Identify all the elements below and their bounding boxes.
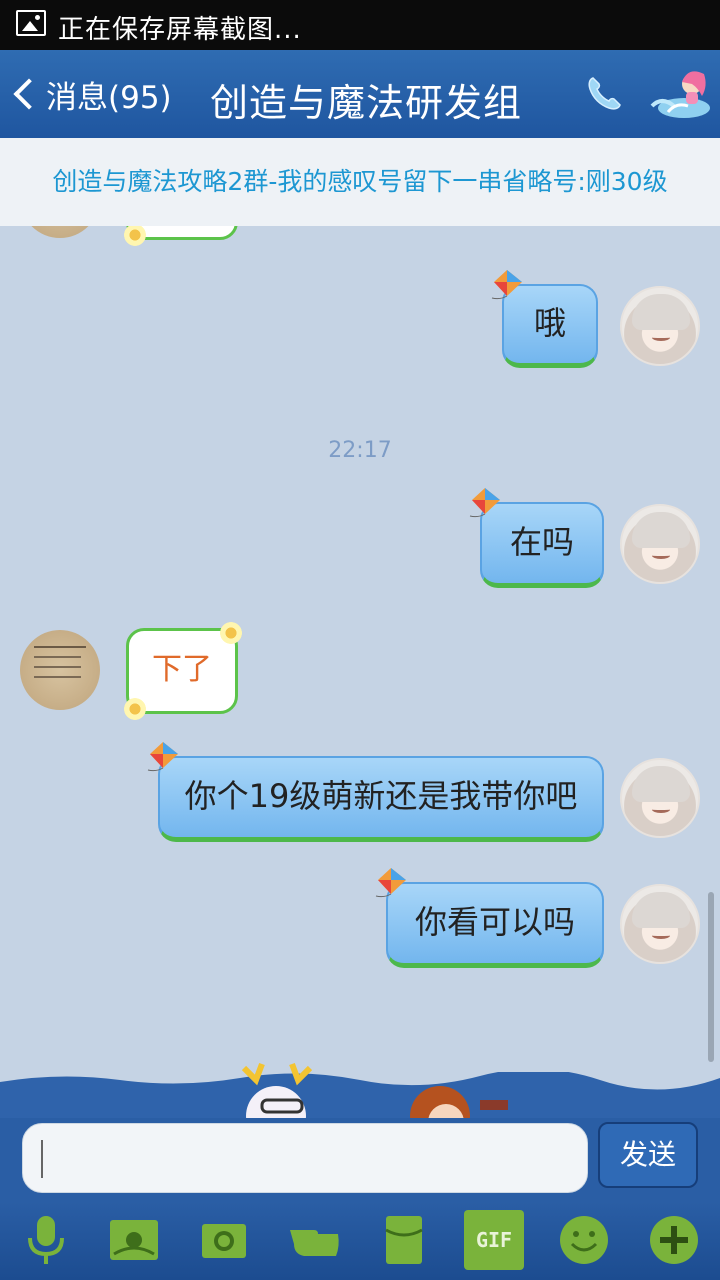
- camera-icon[interactable]: [194, 1210, 254, 1270]
- back-label: 消息(95): [46, 79, 172, 116]
- flower-decoration: [124, 698, 146, 720]
- chat-area[interactable]: 哦 22:17 在吗 下了 你个19级萌新还是我带你吧 你看可以吗: [0, 138, 720, 1078]
- status-text: 正在保存屏幕截图...: [58, 15, 302, 45]
- image-gallery-icon[interactable]: [104, 1210, 164, 1270]
- outgoing-bubble[interactable]: 你个19级萌新还是我带你吧: [147, 742, 604, 842]
- self-avatar[interactable]: [620, 758, 700, 838]
- mermaid-mascot-icon: [650, 71, 710, 118]
- input-bar: 发送: [0, 1118, 720, 1202]
- message-text: 你个19级萌新还是我带你吧: [184, 777, 578, 815]
- message-text: 哦: [533, 304, 566, 342]
- text-caret: [41, 1140, 43, 1178]
- back-button[interactable]: 消息(95): [10, 68, 172, 120]
- kite-icon: [147, 742, 178, 772]
- message-timestamp: 22:17: [328, 438, 392, 463]
- emoji-icon[interactable]: [554, 1210, 614, 1270]
- flower-decoration: [124, 224, 146, 246]
- self-avatar[interactable]: [620, 884, 700, 964]
- title-bar: 消息(95) 创造与魔法研发组: [0, 50, 720, 138]
- plus-icon[interactable]: [644, 1210, 704, 1270]
- message-text: 你看可以吗: [414, 903, 575, 941]
- kite-icon: [469, 488, 500, 518]
- poke-icon[interactable]: [284, 1210, 344, 1270]
- message-text: 下了: [152, 652, 212, 687]
- sender-avatar[interactable]: [20, 630, 100, 710]
- page-title: 创造与魔法研发组: [210, 81, 523, 125]
- outgoing-bubble[interactable]: 你看可以吗: [375, 868, 604, 968]
- image-icon: [16, 10, 46, 36]
- kite-icon: [491, 270, 522, 300]
- outgoing-bubble[interactable]: 哦: [491, 270, 598, 368]
- gif-icon[interactable]: GIF: [464, 1210, 524, 1270]
- phone-icon[interactable]: [584, 74, 624, 114]
- self-avatar[interactable]: [620, 286, 700, 366]
- chevron-left-icon: [13, 78, 45, 110]
- send-button[interactable]: 发送: [598, 1122, 698, 1188]
- chat-scrollbar[interactable]: [708, 892, 714, 1062]
- flower-decoration: [220, 622, 242, 644]
- status-bar: 正在保存屏幕截图...: [0, 0, 720, 50]
- message-text: 在吗: [509, 523, 574, 561]
- group-notice[interactable]: 创造与魔法攻略2群-我的感叹号留下一串省略号:刚30级: [0, 138, 720, 226]
- kite-icon: [375, 868, 406, 898]
- self-avatar[interactable]: [620, 504, 700, 584]
- red-packet-icon[interactable]: [374, 1210, 434, 1270]
- message-input[interactable]: [22, 1123, 588, 1193]
- microphone-icon[interactable]: [16, 1210, 76, 1270]
- outgoing-bubble[interactable]: 在吗: [469, 488, 604, 588]
- bottom-toolbar: GIF: [0, 1202, 720, 1280]
